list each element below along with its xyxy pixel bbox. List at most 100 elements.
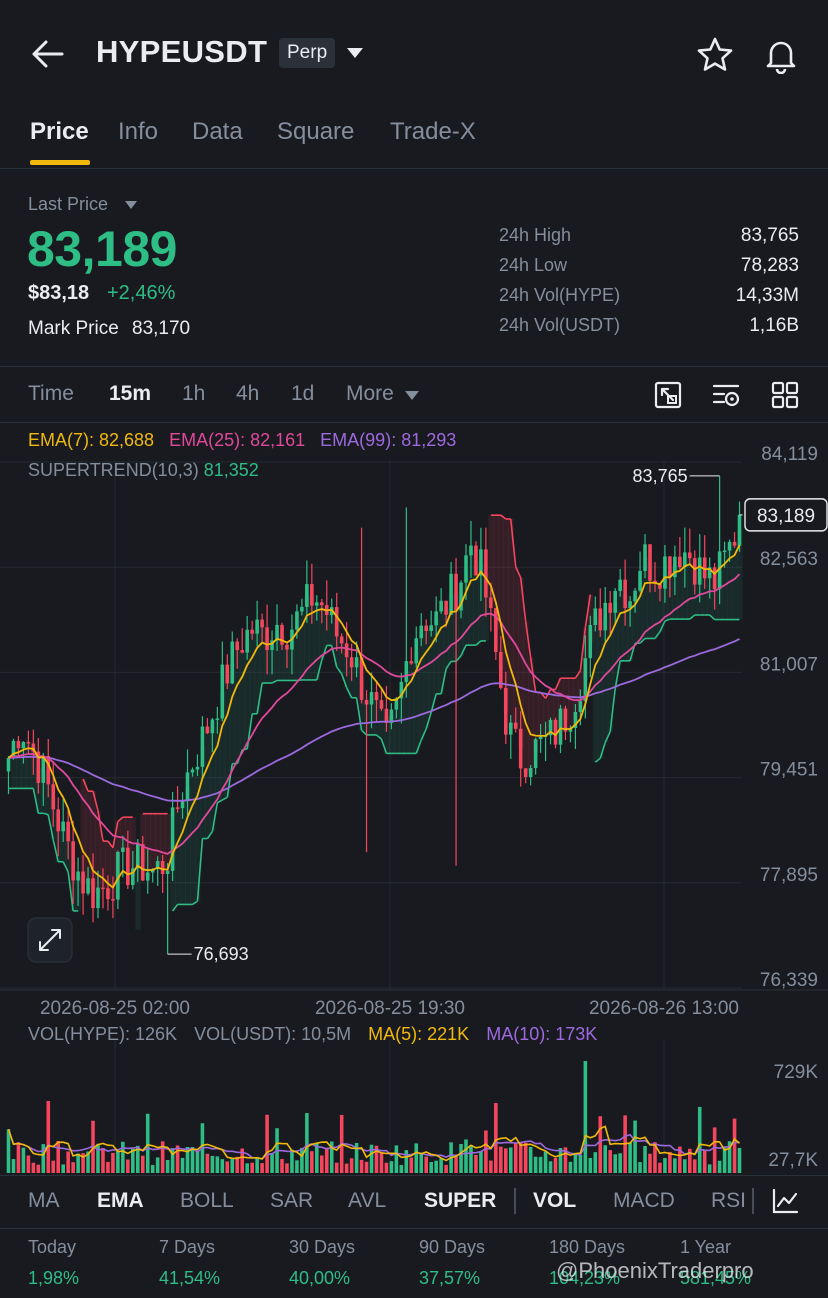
- candle-body: [111, 899, 115, 901]
- perf-180d-label: 180 Days: [549, 1237, 626, 1257]
- volume-bar: [255, 1157, 259, 1173]
- interval-1h[interactable]: 1h: [182, 382, 205, 406]
- volume-bar: [180, 1157, 185, 1173]
- indicator-tab-rsi[interactable]: RSI: [711, 1189, 746, 1213]
- volume-bar: [26, 1155, 31, 1173]
- volume-bar: [737, 1147, 742, 1173]
- candle-body: [101, 887, 105, 890]
- tab-trade-x[interactable]: Trade-X: [390, 118, 476, 146]
- volume-bar: [628, 1142, 632, 1173]
- supertrend-fill: [180, 804, 186, 905]
- interval-15m[interactable]: 15m: [109, 382, 151, 406]
- divider: [0, 422, 828, 423]
- candle-body: [737, 514, 742, 546]
- pair-title[interactable]: HYPEUSDT: [96, 34, 267, 70]
- candle-body: [56, 809, 61, 832]
- layout-grid-icon[interactable]: [770, 380, 800, 410]
- interval-time[interactable]: Time: [28, 382, 74, 406]
- candle-body: [354, 657, 359, 668]
- volume-chart[interactable]: 729K 27,7K: [0, 1040, 828, 1175]
- candle-body: [464, 555, 468, 583]
- chart-fullscreen-icon[interactable]: [653, 380, 683, 410]
- supertrend-fill: [175, 807, 181, 905]
- volume-bar: [290, 1149, 294, 1173]
- indicator-tab-macd[interactable]: MACD: [613, 1189, 675, 1213]
- candle-body: [558, 708, 563, 745]
- candle-body: [712, 567, 717, 590]
- indicator-tab-sar[interactable]: SAR: [270, 1189, 313, 1213]
- candle-body: [484, 549, 488, 598]
- volume-bar: [394, 1145, 399, 1173]
- volume-bar: [11, 1159, 16, 1173]
- indicator-tab-avl[interactable]: AVL: [348, 1189, 386, 1213]
- candle-body: [523, 768, 528, 777]
- indicator-tab-vol[interactable]: VOL: [533, 1189, 576, 1213]
- candle-body: [225, 664, 230, 684]
- candle-body: [339, 636, 344, 644]
- divider: [0, 366, 828, 367]
- candle-body: [638, 570, 642, 591]
- chart-settings-icon[interactable]: [770, 1186, 800, 1216]
- indicator-tab-super[interactable]: SUPER: [424, 1189, 496, 1213]
- volume-bar: [235, 1156, 240, 1173]
- candle-body: [215, 718, 220, 721]
- price-chart[interactable]: 84,119 82,563 81,007 79,451 77,895 76,339 2026…: [0, 430, 828, 1030]
- bell-icon[interactable]: [762, 36, 800, 74]
- candle-body: [140, 844, 145, 881]
- stat-24h-low-label: 24h Low: [499, 255, 568, 275]
- candle-body: [518, 728, 523, 769]
- back-arrow-icon[interactable]: [30, 38, 66, 70]
- supertrend-fill: [418, 631, 425, 740]
- candle-body: [494, 608, 498, 652]
- y-axis-tick-label: 79,451: [760, 760, 818, 781]
- indicator-tab-ma[interactable]: MA: [28, 1189, 60, 1213]
- stat-24h-low-value: 78,283: [740, 255, 799, 276]
- volume-bar: [384, 1162, 389, 1173]
- volume-bar: [334, 1162, 339, 1173]
- expand-button[interactable]: [27, 917, 73, 963]
- volume-bar: [484, 1130, 488, 1173]
- candle-body: [319, 602, 324, 606]
- candle-body: [76, 871, 80, 881]
- interval-4h[interactable]: 4h: [236, 382, 259, 406]
- interval-1d[interactable]: 1d: [291, 382, 314, 406]
- perf-7d-label: 7 Days: [159, 1237, 216, 1257]
- y-axis-tick-label: 76,339: [760, 970, 818, 991]
- volume-bar: [121, 1141, 125, 1173]
- volume-bar: [116, 1151, 120, 1173]
- indicator-tab-boll[interactable]: BOLL: [180, 1189, 234, 1213]
- volume-bar: [260, 1163, 264, 1173]
- volume-bar: [210, 1155, 215, 1173]
- volume-bar: [548, 1161, 553, 1173]
- star-icon[interactable]: [696, 36, 734, 74]
- candle-body: [424, 625, 429, 631]
- volume-bar: [593, 1152, 598, 1173]
- candle-body: [648, 544, 652, 581]
- indicator-tab-ema[interactable]: EMA: [97, 1189, 144, 1213]
- candle-body: [663, 556, 667, 589]
- tab-data[interactable]: Data: [192, 118, 243, 146]
- candle-body: [369, 692, 374, 705]
- tab-price[interactable]: Price: [30, 118, 89, 146]
- supertrend-legend-value: 81,352: [203, 460, 259, 480]
- volume-bar: [145, 1113, 150, 1173]
- tab-info[interactable]: Info: [118, 118, 158, 146]
- candle-body: [106, 888, 110, 900]
- caret-down-icon[interactable]: [124, 200, 138, 210]
- interval-more[interactable]: More: [346, 382, 394, 406]
- volume-bar: [608, 1150, 613, 1173]
- mark-price-label: Mark Price: [28, 318, 119, 339]
- candle-body: [160, 861, 165, 875]
- candle-body: [91, 878, 95, 909]
- volume-bar: [399, 1164, 404, 1173]
- chevron-down-icon[interactable]: [346, 46, 364, 60]
- tab-square[interactable]: Square: [277, 118, 354, 146]
- volume-bar: [250, 1162, 254, 1173]
- volume-bar: [543, 1151, 548, 1173]
- last-price-label[interactable]: Last Price: [28, 194, 108, 215]
- candle-body: [598, 608, 603, 631]
- caret-down-icon[interactable]: [404, 390, 420, 402]
- volume-bar: [553, 1157, 558, 1173]
- indicator-settings-icon[interactable]: [711, 380, 741, 410]
- watermark: @PhoenixTraderpro: [556, 1258, 754, 1283]
